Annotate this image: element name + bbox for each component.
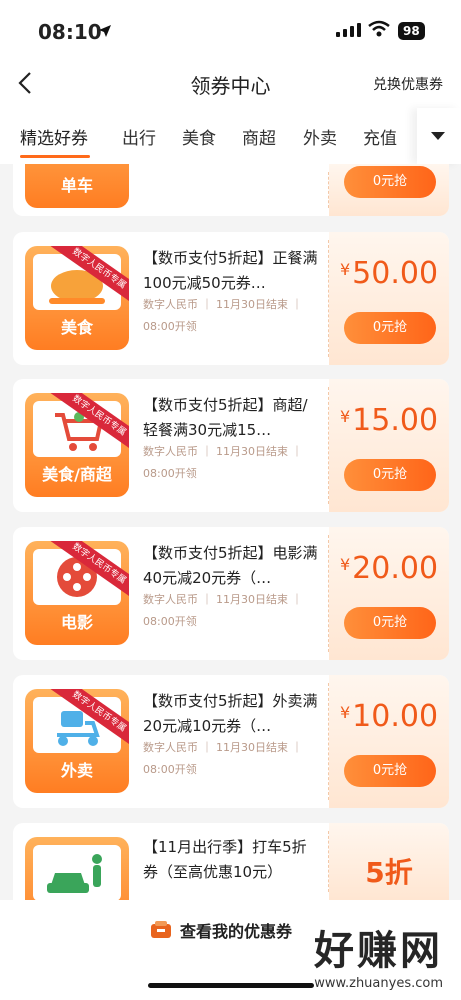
site-watermark: 好赚网 www.zhuanyes.com [314, 918, 443, 991]
coupon-start-time: 08:00开领 [143, 467, 197, 480]
grab-coupon-button[interactable]: 0元抢 [344, 755, 436, 787]
coupon-meta: 数字人民币 ｜ 11月30日结束 ｜ [143, 593, 303, 606]
coupon-card-movie: 数字人民币专属 电影 【数币支付5折起】电影满40元减20元券（… 数字人民币 … [13, 527, 449, 660]
coupon-card-bike: 单车 0元抢 [13, 164, 449, 216]
grab-coupon-button[interactable]: 0元抢 [344, 607, 436, 639]
category-tabs: 精选好券 出行 美食 商超 外卖 充值 [0, 108, 461, 164]
coupon-icon-food: 数字人民币专属 美食 [25, 246, 129, 350]
more-tabs-button[interactable] [417, 108, 461, 164]
coupon-meta: 数字人民币 ｜ 11月30日结束 ｜ [143, 741, 303, 754]
car-hailing-icon [47, 854, 102, 893]
exchange-coupon-link[interactable]: 兑换优惠券 [373, 74, 443, 94]
coupon-icon-takeout: 数字人民币专属 外卖 [25, 689, 129, 793]
coupon-meta: 数字人民币 ｜ 11月30日结束 ｜ [143, 298, 303, 311]
coupon-card-takeout: 数字人民币专属 外卖 【数币支付5折起】外卖满20元减10元券（… 数字人民币 … [13, 675, 449, 808]
grab-coupon-button[interactable]: 0元抢 [344, 166, 436, 198]
watermark-url: www.zhuanyes.com [314, 976, 443, 991]
coupon-start-time: 08:00开领 [143, 320, 197, 333]
grab-coupon-button[interactable]: 0元抢 [344, 459, 436, 491]
tab-takeout[interactable]: 外卖 [303, 124, 337, 149]
coupon-start-time: 08:00开领 [143, 615, 197, 628]
active-tab-indicator [20, 155, 90, 158]
tab-food[interactable]: 美食 [182, 124, 216, 149]
coupon-card-supermarket: 数字人民币专属 美食/商超 【数币支付5折起】商超/轻餐满30元减15… 数字人… [13, 379, 449, 512]
coupon-description: 【数币支付5折起】外卖满20元减10元券（… [143, 692, 318, 735]
coupon-value: ¥20.00 [339, 551, 439, 586]
coupon-icon-supermarket: 数字人民币专属 美食/商超 [25, 393, 129, 497]
status-time: 08:10 [38, 20, 102, 44]
chevron-down-icon [431, 132, 445, 140]
my-coupons-button[interactable]: 查看我的优惠券 [150, 918, 292, 942]
coupon-description: 【数币支付5折起】正餐满100元减50元券… [143, 249, 318, 292]
nav-bar: 领券中心 兑换优惠券 [0, 58, 461, 108]
tab-travel[interactable]: 出行 [122, 124, 156, 149]
home-indicator [148, 983, 314, 988]
location-arrow-icon [99, 25, 111, 37]
coupon-icon-ride [25, 837, 129, 900]
coupon-description: 【数币支付5折起】电影满40元减20元券（… [143, 544, 318, 587]
coupon-description: 【11月出行季】打车5折券（至高优惠10元） [143, 838, 307, 881]
coupon-icon-bike: 单车 [25, 164, 129, 208]
coupon-meta: 数字人民币 ｜ 11月30日结束 ｜ [143, 445, 303, 458]
coupon-icon-movie: 数字人民币专属 电影 [25, 541, 129, 645]
tab-supermarket[interactable]: 商超 [242, 124, 276, 149]
status-bar: 08:10 98 [0, 0, 461, 58]
coupon-value: ¥15.00 [339, 403, 439, 438]
my-coupons-label: 查看我的优惠券 [180, 922, 293, 941]
wifi-icon [368, 20, 390, 37]
tab-recharge[interactable]: 充值 [363, 124, 397, 149]
coupon-start-time: 08:00开领 [143, 763, 197, 776]
coupon-card-ride: 【11月出行季】打车5折券（至高优惠10元） 5折 [13, 823, 449, 900]
coupon-ticket-icon [151, 921, 171, 938]
coupon-description: 【数币支付5折起】商超/轻餐满30元减15… [143, 396, 308, 439]
battery-indicator: 98 [398, 22, 425, 40]
coupon-value: ¥50.00 [339, 256, 439, 291]
coupon-card-food: 数字人民币专属 美食 【数币支付5折起】正餐满100元减50元券… 数字人民币 … [13, 232, 449, 365]
grab-coupon-button[interactable]: 0元抢 [344, 312, 436, 344]
watermark-brand: 好赚网 [314, 928, 443, 974]
coupon-value: 5折 [365, 856, 413, 889]
cellular-signal-icon [336, 23, 361, 37]
coupon-value: ¥10.00 [339, 699, 439, 734]
tab-featured[interactable]: 精选好券 [20, 124, 88, 149]
